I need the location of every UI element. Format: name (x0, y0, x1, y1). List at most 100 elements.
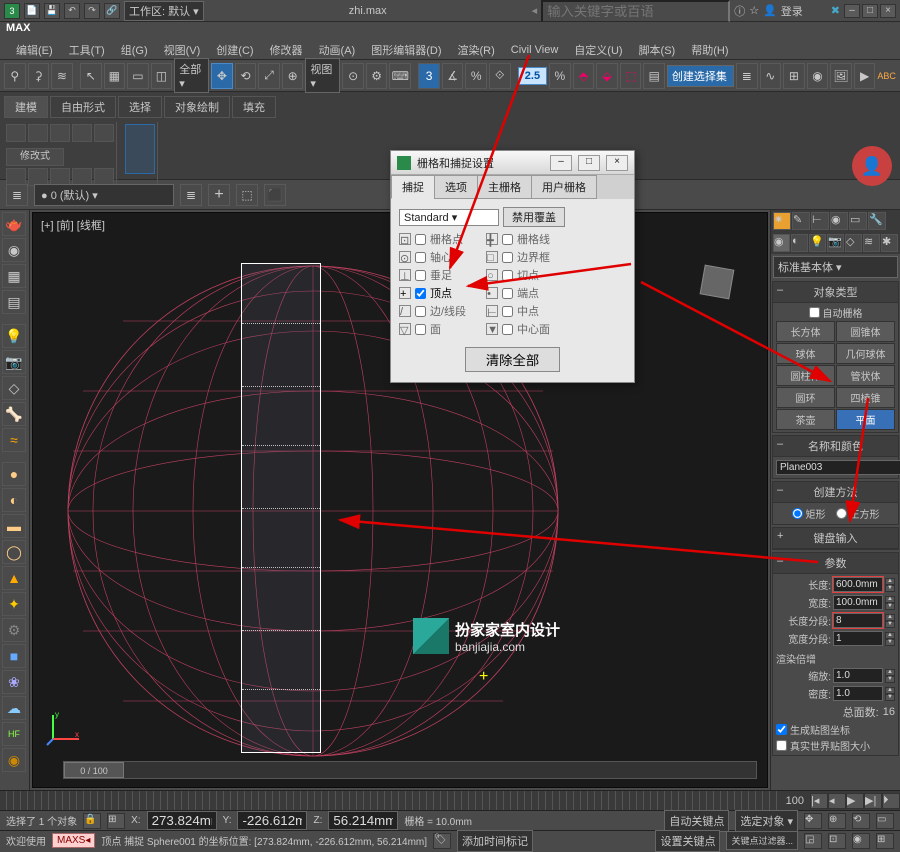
z-field[interactable] (328, 811, 398, 830)
layer-explorer-icon[interactable]: ≣ (6, 184, 28, 206)
clear-all-btn[interactable]: 清除全部 (465, 347, 560, 372)
dlg-tab-snap[interactable]: 捕捉 (391, 175, 435, 199)
menu-script[interactable]: 脚本(S) (631, 40, 684, 60)
btn-cylinder[interactable]: 圆柱体 (776, 365, 835, 386)
workspace-selector[interactable]: 工作区: 默认 ▾ (124, 1, 204, 21)
teapot-icon[interactable]: 🫖 (2, 212, 26, 236)
setkey-btn[interactable]: 设置关键点 (655, 830, 720, 852)
cylinder-icon[interactable]: ▬ (2, 514, 26, 538)
btn-cone[interactable]: 圆锥体 (836, 321, 895, 342)
autogrid-checkbox[interactable]: 自动栅格 (776, 305, 895, 320)
material-icon[interactable]: ◉ (807, 63, 829, 89)
snap-pivot[interactable]: ⊙轴心 (399, 249, 466, 265)
x-icon[interactable]: ✖ (831, 4, 840, 17)
cloud-icon[interactable]: ☁ (2, 696, 26, 720)
menu-edit[interactable]: 编辑(E) (8, 40, 61, 60)
select-icon[interactable]: ↖ (80, 63, 102, 89)
layer-selector[interactable]: ● 0 (默认) ▾ (34, 184, 174, 206)
keyboard-icon[interactable]: ⌨ (389, 63, 411, 89)
pivot-icon[interactable]: ⊙ (342, 63, 364, 89)
plane-object[interactable] (241, 263, 321, 753)
warp-icon[interactable]: ≈ (2, 428, 26, 452)
refcoord-selector[interactable]: 视图 ▾ (305, 58, 340, 93)
layer-sel-icon[interactable]: ⬚ (236, 184, 258, 206)
dlg-tab-homegrid[interactable]: 主栅格 (477, 175, 532, 199)
viewport-label[interactable]: [+] [前] [线框] (41, 217, 105, 233)
snap-endpoint[interactable]: •端点 (486, 285, 550, 301)
nav-icon[interactable]: ✥ (804, 813, 822, 829)
nav-icon[interactable]: ⟲ (852, 813, 870, 829)
hemisphere-icon[interactable]: ◐ (2, 488, 26, 512)
time-slider[interactable]: 0 / 100 (63, 761, 757, 779)
snap-face[interactable]: ▽面 (399, 321, 466, 337)
nav-icon[interactable]: ⊞ (876, 833, 894, 849)
btn-box[interactable]: 长方体 (776, 321, 835, 342)
sphere-icon[interactable]: ● (2, 462, 26, 486)
width-spinner[interactable]: 100.0mm (833, 595, 883, 610)
snap-vertex[interactable]: +顶点 (399, 285, 466, 301)
snap-tangent[interactable]: ○切点 (486, 267, 550, 283)
cat-cameras-icon[interactable]: 📷 (827, 234, 844, 252)
layer-new-icon[interactable]: ≣ (180, 184, 202, 206)
scale-icon[interactable]: ⤢ (258, 63, 280, 89)
layer-prop-icon[interactable]: ⬛ (264, 184, 286, 206)
dialog-minimize[interactable]: – (550, 155, 572, 171)
menu-anim[interactable]: 动画(A) (311, 40, 364, 60)
camera-icon[interactable]: 📷 (2, 350, 26, 374)
snap-standard-dd[interactable]: Standard ▾ (399, 209, 499, 226)
poly-btn[interactable] (94, 124, 114, 142)
save-icon[interactable]: 💾 (44, 3, 60, 19)
snap-gridpoint[interactable]: ⊡栅格点 (399, 231, 466, 247)
lseg-spinner[interactable]: 8 (833, 613, 883, 628)
menu-custom[interactable]: 自定义(U) (566, 40, 630, 60)
realworld-checkbox[interactable]: 真实世界贴图大小 (776, 738, 895, 753)
ribbon-tab-populate[interactable]: 填充 (232, 96, 276, 118)
curve-editor-icon[interactable]: ∿ (760, 63, 782, 89)
pyramid-icon[interactable]: ▲ (2, 566, 26, 590)
snap-bbox[interactable]: □边界框 (486, 249, 550, 265)
cat-shapes-icon[interactable]: ◐ (791, 234, 808, 252)
anim-btn[interactable]: ⏵ (882, 793, 900, 809)
render-frame-icon[interactable]: ▶ (854, 63, 876, 89)
nav-icon[interactable]: ◲ (804, 833, 822, 849)
radio-square[interactable]: 正方形 (836, 506, 880, 521)
quickalign-icon[interactable]: ⬚ (620, 63, 642, 89)
menu-modifier[interactable]: 修改器 (262, 40, 311, 60)
ribbon-tab-freeform[interactable]: 自由形式 (50, 96, 116, 118)
radio-rect[interactable]: 矩形 (792, 506, 826, 521)
preview-icon[interactable] (125, 124, 155, 174)
schematic-icon[interactable]: ⊞ (783, 63, 805, 89)
modify-mode-btn[interactable]: 修改式 (6, 148, 64, 166)
torus-icon[interactable]: ◯ (2, 540, 26, 564)
anim-btn[interactable]: |◂ (810, 793, 828, 809)
helper-icon[interactable]: ◇ (2, 376, 26, 400)
percent-snap-icon[interactable]: % (465, 63, 487, 89)
tab-modify[interactable]: ✎ (792, 212, 810, 230)
nav-icon[interactable]: ◉ (852, 833, 870, 849)
box-icon[interactable]: ■ (2, 644, 26, 668)
tab-utilities[interactable]: 🔧 (868, 212, 886, 230)
abc-icon[interactable]: ABC (877, 71, 896, 81)
btn-tube[interactable]: 管状体 (836, 365, 895, 386)
btn-pyramid[interactable]: 四棱锥 (836, 387, 895, 408)
cat-helpers-icon[interactable]: ◇ (845, 234, 862, 252)
tab-hierarchy[interactable]: ⊢ (811, 212, 829, 230)
maximize-button[interactable]: □ (862, 4, 878, 18)
star-icon[interactable]: ✦ (2, 592, 26, 616)
new-icon[interactable]: 📄 (24, 3, 40, 19)
close-button[interactable]: × (880, 4, 896, 18)
density-spinner[interactable]: 1.0 (833, 686, 883, 701)
link-icon[interactable]: 🔗 (104, 3, 120, 19)
layer-icon[interactable]: ≣ (736, 63, 758, 89)
panel-icon[interactable]: ▤ (2, 290, 26, 314)
avatar-icon[interactable]: 👤 (852, 146, 892, 186)
dlg-tab-options[interactable]: 选项 (434, 175, 478, 199)
tab-create[interactable]: ✷ (773, 212, 791, 230)
poly-btn[interactable] (72, 124, 92, 142)
array-icon[interactable]: ▤ (643, 63, 665, 89)
cat-geometry-icon[interactable]: ◉ (773, 234, 790, 252)
login-link[interactable]: 登录 (781, 3, 803, 19)
poly-btn[interactable] (6, 124, 26, 142)
snap-toggle-icon[interactable]: 3 (418, 63, 440, 89)
nav-icon[interactable]: ▭ (876, 813, 894, 829)
